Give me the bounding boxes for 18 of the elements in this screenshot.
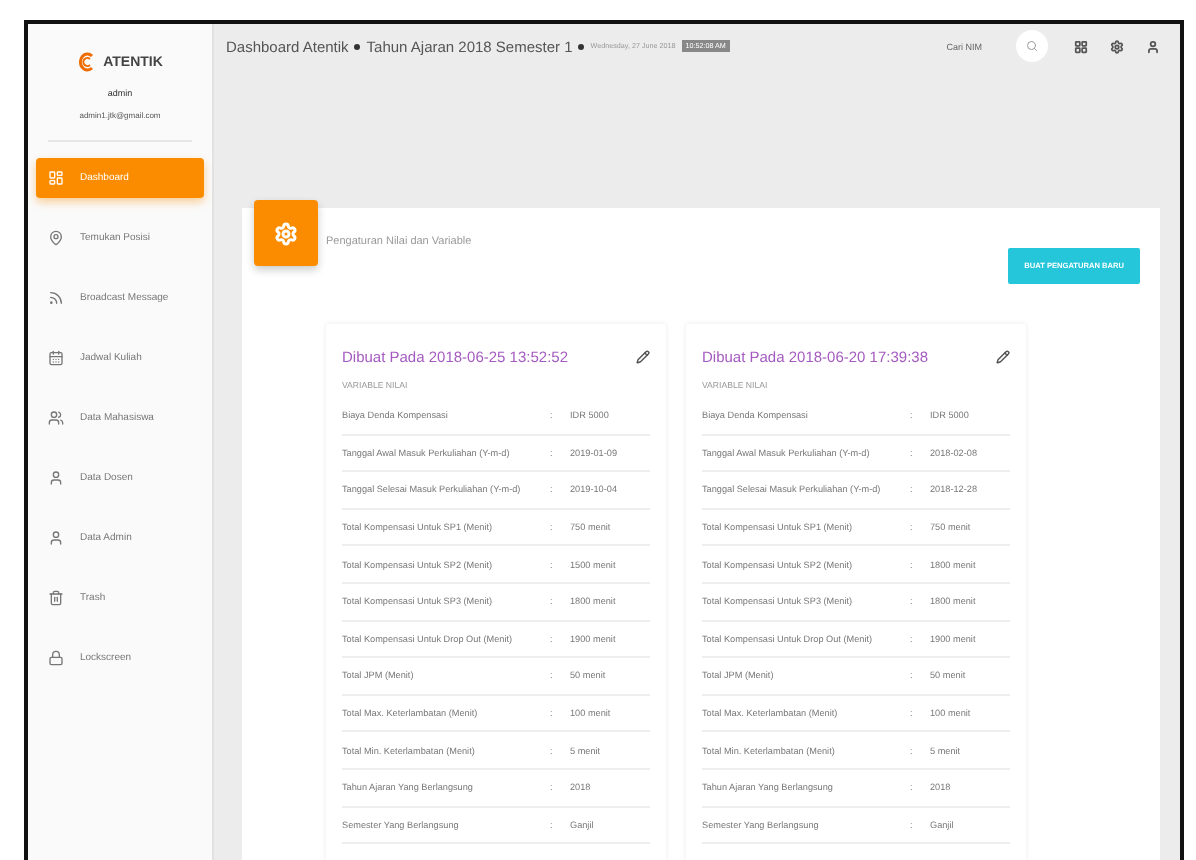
map-pin-icon <box>48 230 64 246</box>
grid-icon[interactable] <box>1074 39 1088 53</box>
rss-icon <box>48 290 64 306</box>
person-icon <box>48 470 64 486</box>
trash-icon <box>48 590 64 606</box>
search-icon <box>1026 40 1038 52</box>
settings-icon[interactable] <box>1110 39 1124 53</box>
lock-icon <box>48 650 64 666</box>
dot-icon <box>354 43 361 49</box>
users-icon <box>48 410 64 426</box>
calendar-icon <box>48 350 64 366</box>
person-icon[interactable] <box>1146 39 1160 53</box>
edit-icon[interactable] <box>636 350 650 364</box>
edit-icon[interactable] <box>996 350 1010 364</box>
logo-icon <box>77 52 96 72</box>
person-icon <box>48 530 64 546</box>
dot-icon <box>578 43 585 49</box>
dashboard-icon <box>48 170 64 186</box>
